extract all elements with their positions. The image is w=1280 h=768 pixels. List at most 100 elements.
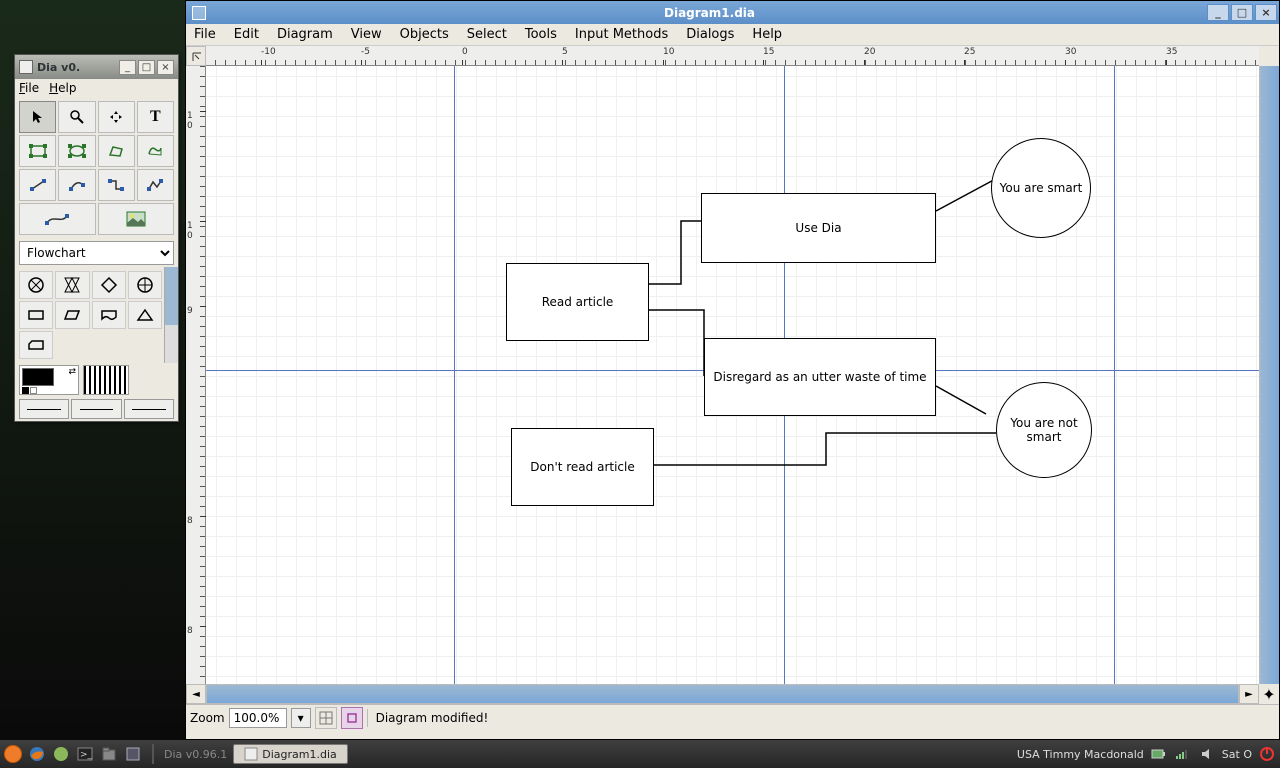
scroll-right-icon[interactable]: ► — [1239, 684, 1259, 704]
vertical-scrollbar[interactable] — [1259, 66, 1279, 684]
shape-label: You are not smart — [997, 416, 1091, 444]
fg-bg-colors[interactable]: ⇄ — [19, 365, 79, 395]
menu-input-methods[interactable]: Input Methods — [575, 27, 668, 42]
main-window: Diagram1.dia _ □ × File Edit Diagram Vie… — [185, 0, 1280, 740]
shape-label: You are smart — [1000, 181, 1083, 195]
menu-diagram[interactable]: Diagram — [277, 27, 333, 42]
zoom-tool[interactable] — [58, 101, 95, 133]
power-icon[interactable] — [1258, 745, 1276, 763]
menu-select[interactable]: Select — [467, 27, 507, 42]
menu-objects[interactable]: Objects — [400, 27, 449, 42]
shape-sort[interactable] — [55, 271, 89, 299]
close-button[interactable]: × — [1255, 4, 1277, 21]
menu-edit[interactable]: Edit — [234, 27, 259, 42]
canvas[interactable]: Use Dia Read article Disregard as an utt… — [206, 66, 1259, 684]
menu-tools[interactable]: Tools — [525, 27, 557, 42]
menu-file[interactable]: File — [194, 27, 216, 42]
zoom-label: Zoom — [190, 711, 225, 725]
svg-text:>_: >_ — [80, 750, 93, 760]
shape-io[interactable] — [55, 301, 89, 329]
arrow-selects — [15, 397, 178, 421]
shape-scrollbar[interactable] — [164, 267, 178, 363]
menu-view[interactable]: View — [351, 27, 382, 42]
shape-or[interactable] — [128, 271, 162, 299]
toolbox-titlebar[interactable]: Dia v0. _ □ × — [15, 55, 178, 79]
menu-help[interactable]: Help — [49, 81, 76, 95]
ubuntu-menu-icon[interactable] — [4, 745, 22, 763]
shape-label: Use Dia — [795, 221, 841, 235]
terminal-icon[interactable]: >_ — [76, 745, 94, 763]
pointer-tool[interactable] — [19, 101, 56, 133]
taskbar-app-dim[interactable]: Dia v0.96.1 — [164, 748, 227, 761]
add-view-button[interactable]: ✦ — [1259, 684, 1279, 704]
nav-arrow-icon[interactable]: ◄ — [186, 684, 206, 704]
vertical-ruler[interactable]: 10 10 9 8 8 — [186, 66, 206, 684]
status-message: Diagram modified! — [376, 711, 489, 725]
shape-read-article[interactable]: Read article — [506, 263, 649, 341]
image-tool[interactable] — [98, 203, 175, 235]
horizontal-scrollbar[interactable] — [206, 684, 1239, 704]
shape-smart[interactable]: You are smart — [991, 138, 1091, 238]
menu-file[interactable]: File — [19, 81, 39, 95]
status-bar: Zoom 100.0% ▾ Diagram modified! — [186, 704, 1279, 730]
tool-grid: T — [15, 97, 178, 239]
menu-dialogs[interactable]: Dialogs — [686, 27, 734, 42]
scroll-tool[interactable] — [98, 101, 135, 133]
polyline-tool[interactable] — [137, 169, 174, 201]
main-title: Diagram1.dia — [212, 6, 1207, 20]
line-tool[interactable] — [19, 169, 56, 201]
line-style-select[interactable] — [71, 399, 121, 419]
snap-object-button[interactable] — [341, 707, 363, 729]
shape-connector[interactable] — [19, 271, 53, 299]
taskbar-user[interactable]: USA Timmy Macdonald — [1017, 748, 1144, 761]
menu-help[interactable]: Help — [752, 27, 782, 42]
app-icon[interactable] — [52, 745, 70, 763]
ellipse-tool[interactable] — [58, 135, 95, 167]
arc-tool[interactable] — [58, 169, 95, 201]
shape-process[interactable] — [19, 301, 53, 329]
box-tool[interactable] — [19, 135, 56, 167]
zoom-dropdown-button[interactable]: ▾ — [291, 708, 311, 728]
toolbox-menubar: File Help — [15, 79, 178, 97]
snap-grid-button[interactable] — [315, 707, 337, 729]
shape-decision[interactable] — [92, 271, 126, 299]
shape-label: Don't read article — [530, 460, 634, 474]
zoom-value[interactable]: 100.0% — [229, 708, 287, 728]
main-titlebar[interactable]: Diagram1.dia _ □ × — [186, 1, 1279, 24]
editor-area: -10 -5 0 5 10 15 20 25 30 35 10 10 9 8 8 — [186, 46, 1279, 704]
toolbox-window: Dia v0. _ □ × File Help T Flowchart — [14, 54, 179, 422]
shape-extract[interactable] — [128, 301, 162, 329]
zigzag-tool[interactable] — [98, 169, 135, 201]
ruler-corner[interactable] — [186, 46, 206, 66]
start-arrow-select[interactable] — [19, 399, 69, 419]
close-button[interactable]: × — [157, 60, 174, 75]
polygon-tool[interactable] — [98, 135, 135, 167]
shape-not-smart[interactable]: You are not smart — [996, 382, 1092, 478]
bezier-tool[interactable] — [19, 203, 96, 235]
shape-use-dia[interactable]: Use Dia — [701, 193, 936, 263]
taskbar-app-active[interactable]: Diagram1.dia — [233, 744, 348, 764]
end-arrow-select[interactable] — [124, 399, 174, 419]
shape-label: Read article — [542, 295, 614, 309]
shape-dont-read[interactable]: Don't read article — [511, 428, 654, 506]
maximize-button[interactable]: □ — [138, 60, 155, 75]
files-icon[interactable] — [100, 745, 118, 763]
horizontal-ruler[interactable]: -10 -5 0 5 10 15 20 25 30 35 — [206, 46, 1259, 66]
shape-disregard[interactable]: Disregard as an utter waste of time — [704, 338, 936, 416]
beziergon-tool[interactable] — [137, 135, 174, 167]
shape-category-select[interactable]: Flowchart — [19, 241, 174, 265]
line-pattern[interactable] — [83, 365, 129, 395]
shape-card[interactable] — [19, 331, 53, 359]
toolbox-title: Dia v0. — [37, 61, 117, 74]
network-icon[interactable] — [1174, 745, 1192, 763]
taskbar-clock[interactable]: Sat O — [1222, 748, 1252, 761]
text-tool[interactable]: T — [137, 101, 174, 133]
battery-icon[interactable] — [1150, 745, 1168, 763]
maximize-button[interactable]: □ — [1231, 4, 1253, 21]
app-icon[interactable] — [124, 745, 142, 763]
shape-document[interactable] — [92, 301, 126, 329]
firefox-icon[interactable] — [28, 745, 46, 763]
minimize-button[interactable]: _ — [1207, 4, 1229, 21]
volume-icon[interactable] — [1198, 745, 1216, 763]
minimize-button[interactable]: _ — [119, 60, 136, 75]
